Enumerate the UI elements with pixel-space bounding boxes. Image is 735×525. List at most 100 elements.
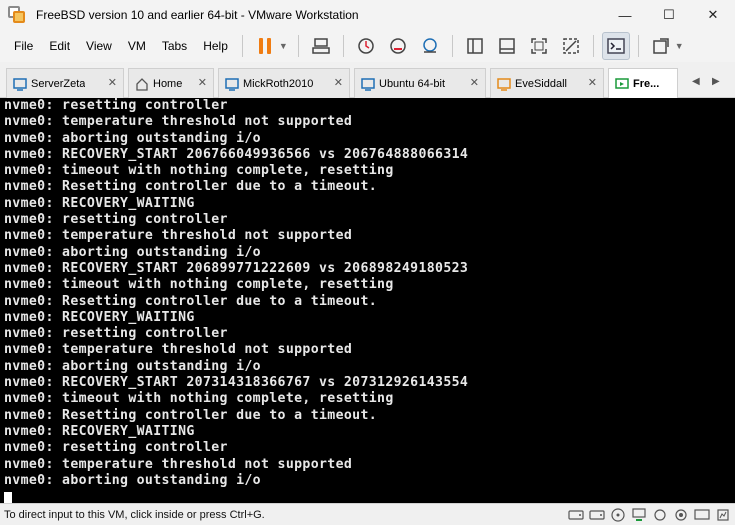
tab-label: MickRoth2010 <box>243 77 314 90</box>
device-status-icons <box>568 507 731 522</box>
console-line: nvme0: Resetting controller due to a tim… <box>4 293 378 309</box>
snapshot-button[interactable] <box>352 32 380 60</box>
display-icon[interactable] <box>694 507 710 522</box>
tab-evesiddall[interactable]: EveSiddall ✕ <box>490 68 604 98</box>
clock-icon <box>358 38 374 54</box>
snapshot-manager-button[interactable] <box>416 32 444 60</box>
toolbar-separator <box>342 35 344 57</box>
close-tab-icon[interactable]: ✕ <box>334 76 343 89</box>
console-line: nvme0: resetting controller <box>4 440 228 456</box>
vm-icon <box>361 77 375 91</box>
network-adapter-icon[interactable] <box>631 507 647 522</box>
console-line: nvme0: timeout with nothing complete, re… <box>4 277 394 293</box>
full-screen-button[interactable] <box>525 32 553 60</box>
full-screen-icon <box>531 38 547 54</box>
home-icon <box>135 77 149 91</box>
cd-rom-icon[interactable] <box>610 507 626 522</box>
sidebar-icon <box>467 38 483 54</box>
vm-icon <box>13 77 27 91</box>
console-line: nvme0: resetting controller <box>4 212 228 228</box>
console-cursor-line <box>4 489 735 503</box>
menu-help[interactable]: Help <box>195 30 236 62</box>
toolbar-separator <box>297 35 299 57</box>
window-title: FreeBSD version 10 and earlier 64-bit - … <box>36 8 359 22</box>
sound-card-icon[interactable] <box>673 507 689 522</box>
close-tab-icon[interactable]: ✕ <box>470 76 479 89</box>
console-line: nvme0: aborting outstanding i/o <box>4 472 261 488</box>
status-message: To direct input to this VM, click inside… <box>4 508 265 521</box>
console-line: nvme0: resetting controller <box>4 98 228 113</box>
revert-clock-icon <box>390 38 406 54</box>
power-dropdown-caret[interactable]: ▼ <box>279 41 288 51</box>
vm-tab-bar: ServerZeta ✕ Home ✕ MickRoth2010 ✕ Ubunt… <box>0 62 735 99</box>
tab-scroll-right-icon[interactable]: ▶ <box>712 76 720 87</box>
console-line: nvme0: Resetting controller due to a tim… <box>4 179 378 195</box>
menu-view[interactable]: View <box>78 30 120 62</box>
text-cursor <box>4 492 12 503</box>
console-line: nvme0: RECOVERY_START 206899771222609 vs… <box>4 260 469 276</box>
console-line: nvme0: temperature threshold not support… <box>4 456 353 472</box>
minimize-button[interactable]: — <box>603 0 647 30</box>
hard-disk-icon[interactable] <box>568 507 584 522</box>
maximize-button[interactable]: ☐ <box>647 0 691 30</box>
tab-label: ServerZeta <box>31 77 86 90</box>
console-line: nvme0: aborting outstanding i/o <box>4 244 261 260</box>
show-library-button[interactable] <box>461 32 489 60</box>
console-line: nvme0: RECOVERY_START 207314318366767 vs… <box>4 375 469 391</box>
vm-icon <box>497 77 511 91</box>
console-line: nvme0: RECOVERY_WAITING <box>4 309 195 325</box>
vm-console[interactable]: nvme0: resetting controller nvme0: temper… <box>0 98 735 503</box>
tab-home[interactable]: Home ✕ <box>128 68 214 98</box>
vmware-logo-icon <box>8 6 26 24</box>
console-line: nvme0: temperature threshold not support… <box>4 342 353 358</box>
console-line: nvme0: RECOVERY_WAITING <box>4 423 195 439</box>
menu-vm[interactable]: VM <box>120 30 154 62</box>
console-line: nvme0: aborting outstanding i/o <box>4 130 261 146</box>
pause-icon <box>258 38 271 54</box>
menu-edit[interactable]: Edit <box>41 30 78 62</box>
close-tab-icon[interactable]: ✕ <box>198 76 207 89</box>
console-line: nvme0: aborting outstanding i/o <box>4 358 261 374</box>
tab-label: Home <box>153 77 183 90</box>
tab-scroll-left-icon[interactable]: ◀ <box>692 76 700 87</box>
window-controls: — ☐ ✕ <box>603 0 735 30</box>
message-log-icon[interactable] <box>715 507 731 522</box>
stretch-dropdown-caret[interactable]: ▼ <box>675 41 684 51</box>
console-line: nvme0: temperature threshold not support… <box>4 114 353 130</box>
close-tab-icon[interactable]: ✕ <box>588 76 597 89</box>
tab-label: EveSiddall <box>515 77 567 90</box>
console-line: nvme0: RECOVERY_WAITING <box>4 195 195 211</box>
tab-freebsd[interactable]: Fre... <box>608 68 678 99</box>
console-line: nvme0: timeout with nothing complete, re… <box>4 163 394 179</box>
menu-tabs[interactable]: Tabs <box>154 30 195 62</box>
toolbar-separator <box>592 35 594 57</box>
close-tab-icon[interactable]: ✕ <box>108 76 117 89</box>
status-bar: To direct input to this VM, click inside… <box>0 503 735 525</box>
menu-file[interactable]: File <box>0 30 41 62</box>
menu-toolbar: File Edit View VM Tabs Help ▼ ▼ <box>0 30 735 62</box>
show-thumbnail-bar-button[interactable] <box>493 32 521 60</box>
tab-mickroth2010[interactable]: MickRoth2010 ✕ <box>218 68 350 98</box>
hard-disk-2-icon[interactable] <box>589 507 605 522</box>
revert-snapshot-button[interactable] <box>384 32 412 60</box>
console-line: nvme0: timeout with nothing complete, re… <box>4 391 394 407</box>
unity-button[interactable] <box>557 32 585 60</box>
thumbnail-bar-icon <box>499 38 515 54</box>
vm-icon <box>225 77 239 91</box>
tab-label: Ubuntu 64-bit <box>379 77 446 90</box>
close-button[interactable]: ✕ <box>691 0 735 30</box>
toolbar-separator <box>241 35 243 57</box>
console-line: nvme0: Resetting controller due to a tim… <box>4 407 378 423</box>
snapshot-manager-icon <box>423 38 437 53</box>
send-ctrl-alt-del-button[interactable] <box>307 32 335 60</box>
console-line: nvme0: temperature threshold not support… <box>4 228 353 244</box>
stretch-guest-button[interactable] <box>647 32 675 60</box>
toolbar-separator <box>637 35 639 57</box>
usb-icon[interactable] <box>652 507 668 522</box>
console-view-button[interactable] <box>601 32 630 60</box>
pause-button[interactable] <box>251 32 279 60</box>
tab-label: Fre... <box>633 78 660 90</box>
tab-serverzeta[interactable]: ServerZeta ✕ <box>6 68 124 98</box>
vm-running-icon <box>615 77 629 91</box>
tab-ubuntu-64-bit[interactable]: Ubuntu 64-bit ✕ <box>354 68 486 98</box>
